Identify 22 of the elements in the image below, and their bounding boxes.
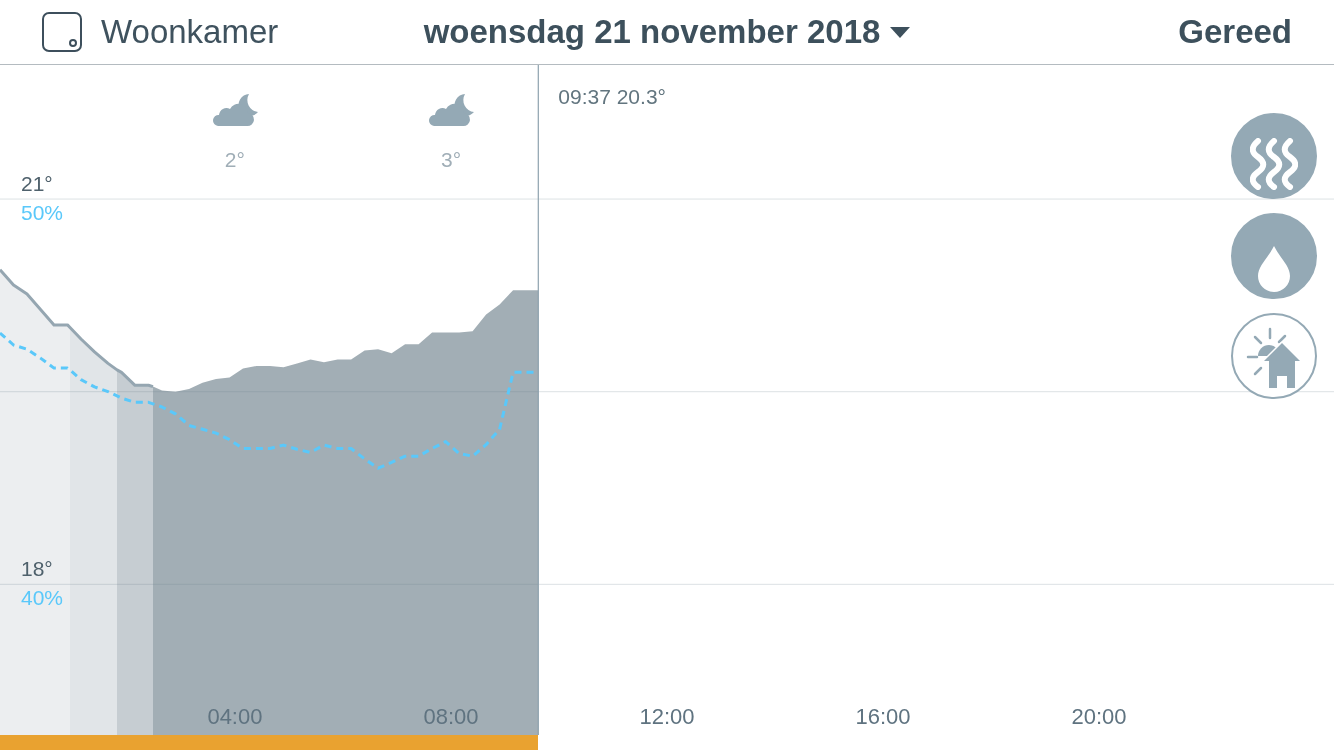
axis-label: 50% xyxy=(21,201,64,225)
water-drop-icon xyxy=(1258,246,1290,292)
caret-icon xyxy=(890,26,911,38)
axis-label: 18° xyxy=(21,557,53,581)
axis-label: 08:00 xyxy=(423,704,479,729)
heat-waves-icon xyxy=(1250,137,1298,190)
axis-label: 21° xyxy=(21,172,53,196)
cloud-moon-icon xyxy=(210,93,259,127)
date-dropdown[interactable]: woensdag 21 november 2018 xyxy=(423,13,911,51)
house-sun-icon xyxy=(1246,326,1302,390)
axis-label: 12:00 xyxy=(639,704,695,729)
room-title: Woonkamer xyxy=(101,13,279,51)
cursor-readout: 09:37 20.3° xyxy=(558,85,666,108)
weather-temperature: 2° xyxy=(224,148,245,172)
done-button[interactable]: Gereed xyxy=(1178,13,1292,51)
axis-label: 40% xyxy=(21,586,64,610)
axis-label: 04:00 xyxy=(207,704,263,729)
cloud-moon-icon xyxy=(427,93,475,127)
weather-temperature: 3° xyxy=(440,148,462,172)
device-icon xyxy=(42,12,82,52)
axis-label: 20:00 xyxy=(1071,704,1127,729)
axis-label: 16:00 xyxy=(855,704,911,729)
